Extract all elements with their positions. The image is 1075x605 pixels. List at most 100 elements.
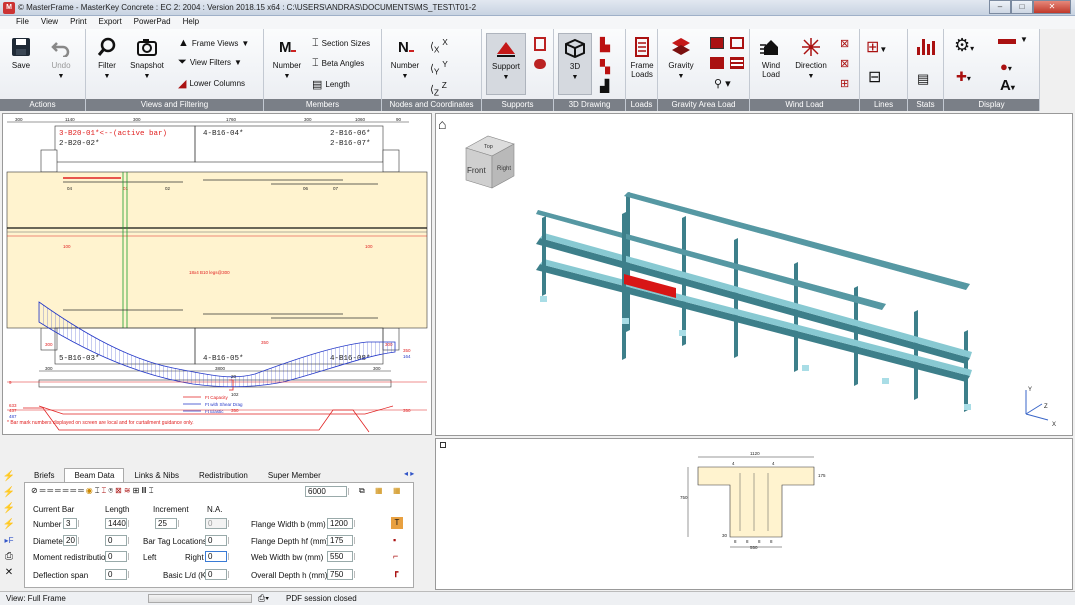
flow-tool-icon[interactable]: ⚡: [2, 518, 16, 532]
check-tool-icon[interactable]: ⚡: [2, 502, 16, 516]
tool-icon-6[interactable]: ═: [78, 486, 84, 496]
l-section-icon[interactable]: ⌐: [393, 551, 398, 561]
maximize-button[interactable]: □: [1011, 0, 1033, 14]
area-pick-icon[interactable]: ⚲ ▾: [714, 77, 731, 90]
basic-ld-field[interactable]: 0: [205, 569, 229, 580]
area-list-icon[interactable]: [730, 57, 744, 69]
node-number-button[interactable]: N Number ▼: [388, 37, 422, 81]
minimize-button[interactable]: –: [989, 0, 1011, 14]
area-load-icon[interactable]: [710, 37, 724, 49]
area-edit-icon[interactable]: [730, 37, 744, 49]
tool-icon-3[interactable]: ═: [55, 486, 61, 496]
t-section-type-icon[interactable]: T: [391, 517, 403, 529]
flange-depth-field[interactable]: 175: [327, 535, 355, 546]
stats-report-icon[interactable]: ▤: [917, 71, 929, 87]
diameter-field[interactable]: 20: [63, 535, 79, 546]
close-tool-icon[interactable]: ✕: [2, 566, 16, 580]
gear-icon[interactable]: ⚙▾: [954, 35, 974, 56]
member-number-button[interactable]: M Number ▼: [270, 37, 304, 81]
menu-file[interactable]: File: [10, 16, 35, 29]
lower-columns-button[interactable]: ◢ Lower Columns: [178, 77, 245, 90]
increment-field[interactable]: 25: [155, 518, 179, 529]
gravity-button[interactable]: Gravity ▼: [664, 37, 698, 81]
section-sizes-button[interactable]: ⌶ Section Sizes: [312, 37, 370, 50]
3d-view-panel[interactable]: ⌂ Top Front Right Y X Z: [435, 113, 1073, 436]
tab-links-nibs[interactable]: Links & Nibs: [124, 468, 188, 482]
overall-depth-field[interactable]: 750: [327, 569, 355, 580]
line-color-icon[interactable]: [998, 39, 1016, 44]
frame-loads-button[interactable]: Frame Loads: [628, 37, 656, 79]
tool-icon-15[interactable]: ⌶: [149, 486, 154, 496]
tool-icon-1[interactable]: ═: [40, 486, 46, 496]
toolbar-value-field[interactable]: 6000: [305, 486, 349, 497]
section-panel[interactable]: 1120 4 4 8 8 8 8 750 175 30 550: [435, 438, 1073, 590]
paste-icon[interactable]: ▦: [375, 486, 383, 495]
undo-button[interactable]: Undo ▼: [46, 37, 76, 81]
close-button[interactable]: ✕: [1033, 0, 1071, 14]
coord-z-button[interactable]: ⟨Z Z: [430, 80, 447, 97]
length-field[interactable]: 1440: [105, 518, 129, 529]
inv-l-section-icon[interactable]: ┏: [393, 567, 398, 578]
bar-tag-field-2[interactable]: 0: [205, 535, 229, 546]
node-marker-icon[interactable]: ✚▾: [956, 69, 971, 85]
snapshot-button[interactable]: Snapshot ▼: [130, 37, 164, 81]
tool-icon-13[interactable]: ⊞: [133, 486, 140, 496]
flange-width-field[interactable]: 1200: [327, 518, 355, 529]
beam-tool-icon[interactable]: ⚡: [2, 470, 16, 484]
tool-icon-14[interactable]: Ⅲ: [141, 486, 147, 496]
tool-icon-4[interactable]: ═: [63, 486, 69, 496]
coord-x-button[interactable]: ⟨X X: [430, 37, 448, 54]
menu-view[interactable]: View: [35, 16, 64, 29]
tool-icon-11[interactable]: ⊠: [115, 486, 122, 496]
support-button[interactable]: Support ▼: [486, 33, 526, 95]
moment-left-field[interactable]: 0: [105, 551, 129, 562]
menu-powerpad[interactable]: PowerPad: [128, 16, 177, 29]
menu-export[interactable]: Export: [93, 16, 128, 29]
coord-y-button[interactable]: ⟨Y Y: [430, 59, 448, 76]
wind-w-icon[interactable]: ⊞: [840, 77, 849, 90]
tab-briefs[interactable]: Briefs: [24, 468, 64, 482]
wind-coeff-icon[interactable]: ⊠: [840, 57, 849, 70]
tool-icon-8[interactable]: ⌶: [95, 486, 100, 496]
tool-icon-5[interactable]: ═: [70, 486, 76, 496]
tab-beam-data[interactable]: Beam Data: [64, 468, 125, 482]
wall-icon[interactable]: ▟: [600, 79, 609, 93]
beam-icon[interactable]: ▚: [600, 59, 610, 75]
wind-direction-button[interactable]: Direction ▼: [794, 37, 828, 81]
bar-tag-field-1[interactable]: 0: [105, 535, 129, 546]
frame-views-button[interactable]: ▲ Frame Views ▼: [178, 37, 249, 49]
3d-button[interactable]: 3D ▼: [558, 33, 592, 95]
moment-right-field[interactable]: 0: [205, 551, 229, 562]
tool-icon-2[interactable]: ═: [47, 486, 53, 496]
tab-super-member[interactable]: Super Member: [258, 468, 331, 482]
design-tool-icon[interactable]: ⚡: [2, 486, 16, 500]
wind-load-button[interactable]: Wind Load: [756, 37, 786, 79]
beta-angles-button[interactable]: ⌶ Beta Angles: [312, 57, 364, 70]
tool-icon-9[interactable]: ⌶: [102, 486, 107, 496]
force-tool-icon[interactable]: ▸F: [2, 534, 16, 548]
tool-icon-10[interactable]: ⍟: [108, 486, 113, 496]
length-button[interactable]: ▤ Length: [312, 78, 350, 91]
tool-icon-0[interactable]: ⊘: [31, 486, 38, 496]
save-button[interactable]: Save: [8, 37, 34, 70]
tab-redistribution[interactable]: Redistribution: [189, 468, 258, 482]
paste2-icon[interactable]: ▦: [393, 486, 401, 495]
drop-fill-icon[interactable]: ●▾: [1000, 59, 1012, 74]
column-icon[interactable]: ▙: [600, 37, 610, 53]
menu-help[interactable]: Help: [177, 16, 205, 29]
support-edit-icon[interactable]: [534, 37, 546, 51]
print-tool-icon[interactable]: ⎙: [2, 550, 16, 564]
support-release-icon[interactable]: [534, 59, 546, 69]
na-field[interactable]: 0: [205, 518, 229, 529]
rect-section-icon[interactable]: ▪: [393, 535, 396, 545]
stats-bar-icon[interactable]: [917, 37, 935, 55]
deflection-span-field[interactable]: 0: [105, 569, 129, 580]
tab-scroll-arrows[interactable]: ◂ ▸: [404, 469, 414, 478]
pdf-icon[interactable]: ⎙▾: [258, 593, 269, 604]
number-field[interactable]: 3: [63, 518, 79, 529]
grid-lines-icon[interactable]: ⊞▼: [866, 37, 887, 57]
wind-zone-icon[interactable]: ⊠: [840, 37, 849, 50]
tool-icon-7[interactable]: ◉: [86, 486, 93, 496]
font-icon[interactable]: A▾: [1000, 77, 1015, 94]
filter-button[interactable]: Filter ▼: [94, 37, 120, 81]
